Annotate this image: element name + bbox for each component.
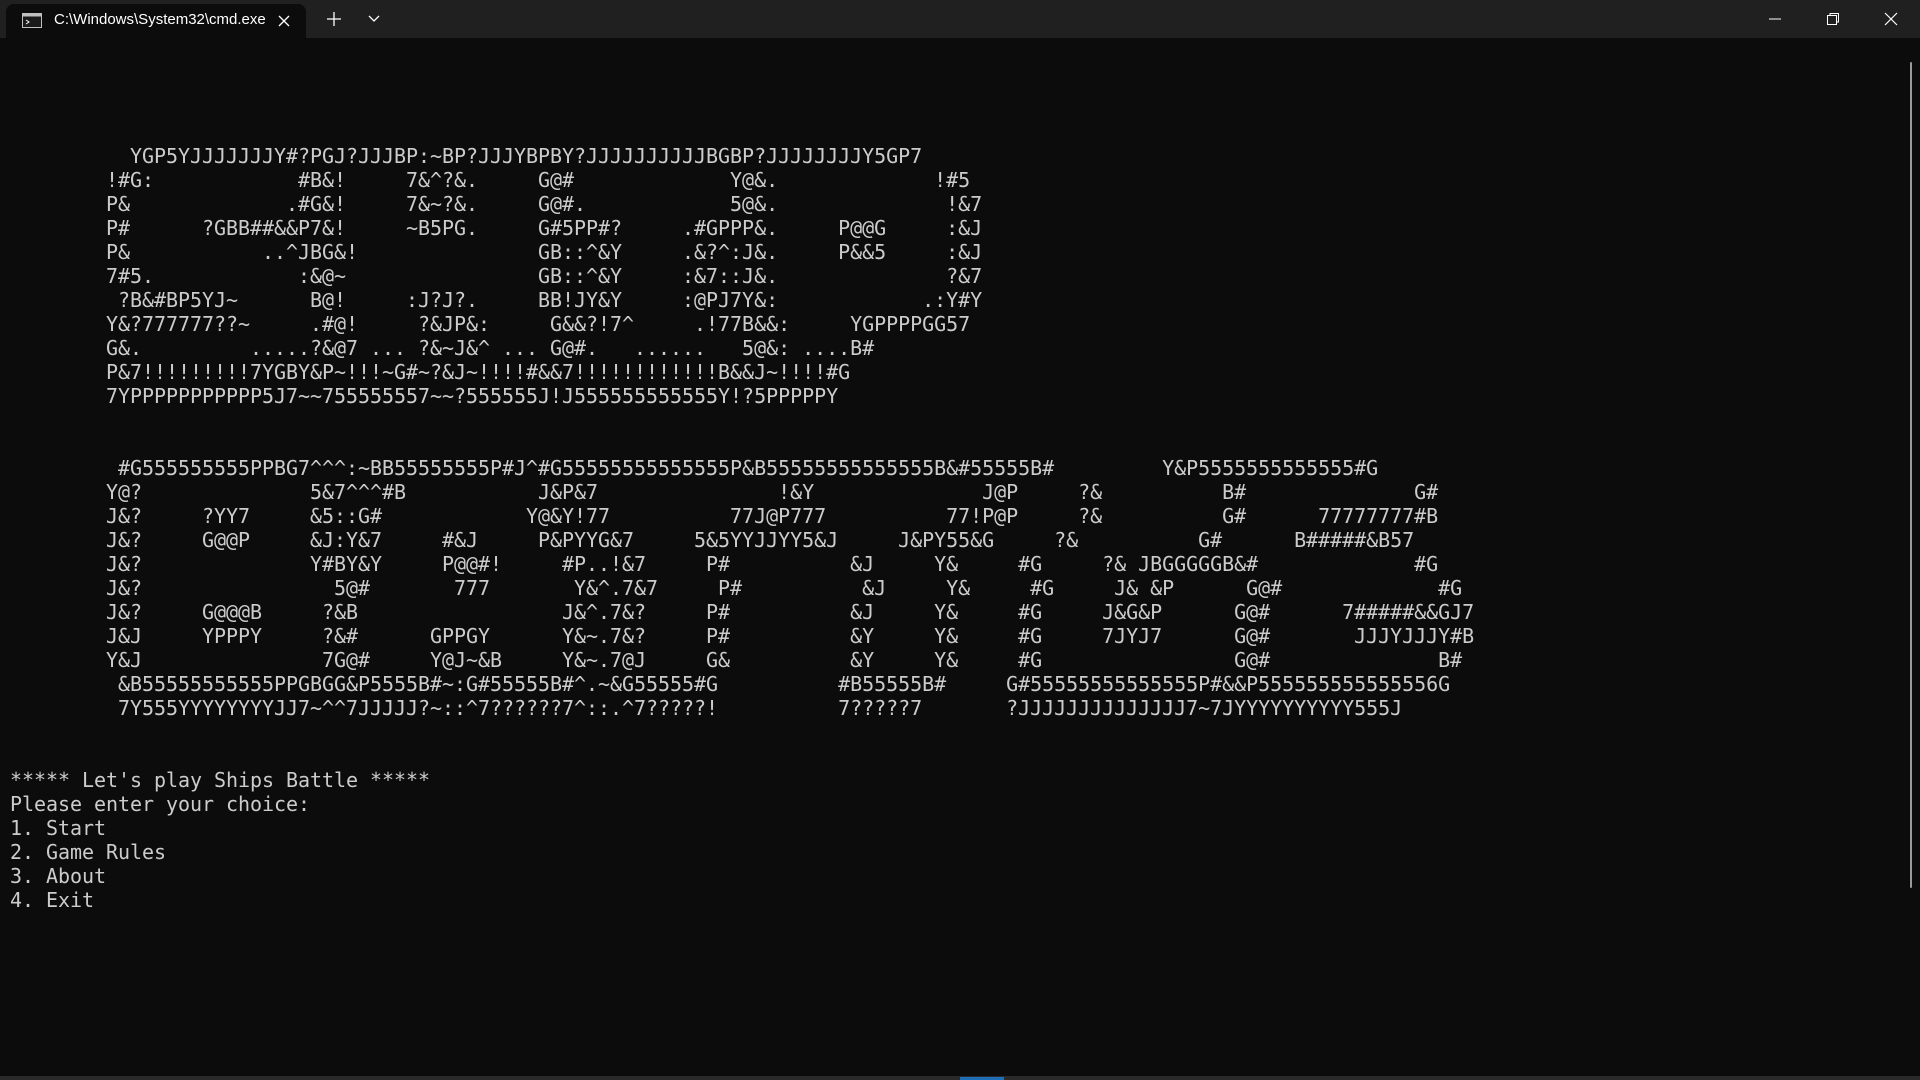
terminal-line: ?B&#BP5YJ~ B@! :J?J?. BB!JY&Y :@PJ7Y&: .… bbox=[10, 288, 983, 312]
terminal-line: J&? G@@P &J:Y&7 #&J P&PYYG&7 5&5YYJJYY5&… bbox=[10, 528, 1415, 552]
close-icon bbox=[1884, 12, 1898, 26]
terminal-line: 4. Exit bbox=[10, 888, 95, 912]
terminal-line: 3. About bbox=[10, 864, 107, 888]
terminal-line: 2. Game Rules bbox=[10, 840, 167, 864]
terminal-line: P# ?GBB##&&P7&! ~B5PG. G#5PP#? .#GPPP&. … bbox=[10, 216, 983, 240]
terminal-line: J&? ?YY7 &5::G# Y@&Y!77 77J@P777 77!P@P … bbox=[10, 504, 1439, 528]
plus-icon[interactable] bbox=[326, 11, 342, 27]
terminal-line: ***** Let's play Ships Battle ***** bbox=[10, 768, 431, 792]
terminal-line: J&J YPPPY ?&# GPPGY Y&~.7&? P# &Y Y& #G … bbox=[10, 624, 1475, 648]
chevron-down-icon[interactable] bbox=[366, 12, 382, 26]
terminal-line: #G555555555PPBG7^^^:~BB55555555P#J^#G555… bbox=[10, 456, 1379, 480]
terminal-line: 7Y555YYYYYYYYJJ7~^^7JJJJJ?~::^7??????7^:… bbox=[10, 696, 1403, 720]
terminal-line: 7YPPPPPPPPPPP5J7~~755555557~~?555555J!J5… bbox=[10, 384, 839, 408]
terminal-line: 7#5. :&@~ GB::^&Y :&7::J&. ?&7 bbox=[10, 264, 983, 288]
terminal-line: G&. .....?&@7 ... ?&~J&^ ... G@#. ......… bbox=[10, 336, 875, 360]
terminal-output[interactable]: YGP5YJJJJJJJY#?PGJ?JJJBP:~BP?JJJYBPBY?JJ… bbox=[0, 38, 1910, 1076]
terminal-line: &B55555555555PPGBGG&P5555B#~:G#55555B#^.… bbox=[10, 672, 1451, 696]
terminal-line: P& .#G&! 7&~?&. G@#. 5@&. !&7 bbox=[10, 192, 983, 216]
minimize-button[interactable] bbox=[1746, 0, 1804, 38]
terminal-line: Y&J 7G@# Y@J~&B Y&~.7@J G& &Y Y& #G G@# … bbox=[10, 648, 1463, 672]
terminal-line: Y&?777777??~ .#@! ?&JP&: G&&?!7^ .!77B&&… bbox=[10, 312, 971, 336]
terminal-icon bbox=[22, 13, 42, 28]
terminal-line: J&? G@@@B ?&B J&^.7&? P# &J Y& #G J&G&P … bbox=[10, 600, 1475, 624]
title-bar[interactable]: C:\Windows\System32\cmd.exe bbox=[0, 0, 1920, 38]
terminal-line: 1. Start bbox=[10, 816, 107, 840]
restore-icon bbox=[1827, 13, 1839, 25]
tab-cmd[interactable]: C:\Windows\System32\cmd.exe bbox=[6, 4, 306, 38]
tab-title: C:\Windows\System32\cmd.exe bbox=[54, 11, 266, 28]
terminal-window: C:\Windows\System32\cmd.exe YGP5YJJJJJJJ… bbox=[0, 0, 1920, 1080]
terminal-line: P& ..^JBG&! GB::^&Y .&?^:J&. P&&5 :&J bbox=[10, 240, 983, 264]
terminal-line: J&? Y#BY&Y P@@#! #P..!&7 P# &J Y& #G ?& … bbox=[10, 552, 1439, 576]
minimize-icon bbox=[1769, 18, 1781, 20]
terminal-line: Y@? 5&7^^^#B J&P&7 !&Y J@P ?& B# G# bbox=[10, 480, 1439, 504]
terminal-line: !#G: #B&! 7&^?&. G@# Y@&. !#5 bbox=[10, 168, 971, 192]
restore-button[interactable] bbox=[1804, 0, 1862, 38]
console-text: YGP5YJJJJJJJY#?PGJ?JJJBP:~BP?JJJYBPBY?JJ… bbox=[10, 48, 1474, 912]
close-window-button[interactable] bbox=[1862, 0, 1920, 38]
terminal-line: Please enter your choice: bbox=[10, 792, 311, 816]
terminal-line: P&7!!!!!!!!!7YGBY&P~!!!~G#~?&J~!!!!#&&7!… bbox=[10, 360, 851, 384]
close-tab-icon[interactable] bbox=[276, 13, 292, 29]
terminal-line: YGP5YJJJJJJJY#?PGJ?JJJBP:~BP?JJJYBPBY?JJ… bbox=[10, 144, 923, 168]
terminal-line: J&? 5@# 777 Y&^.7&7 P# &J Y& #G J& &P G@… bbox=[10, 576, 1463, 600]
vertical-scrollbar[interactable] bbox=[1910, 62, 1912, 888]
